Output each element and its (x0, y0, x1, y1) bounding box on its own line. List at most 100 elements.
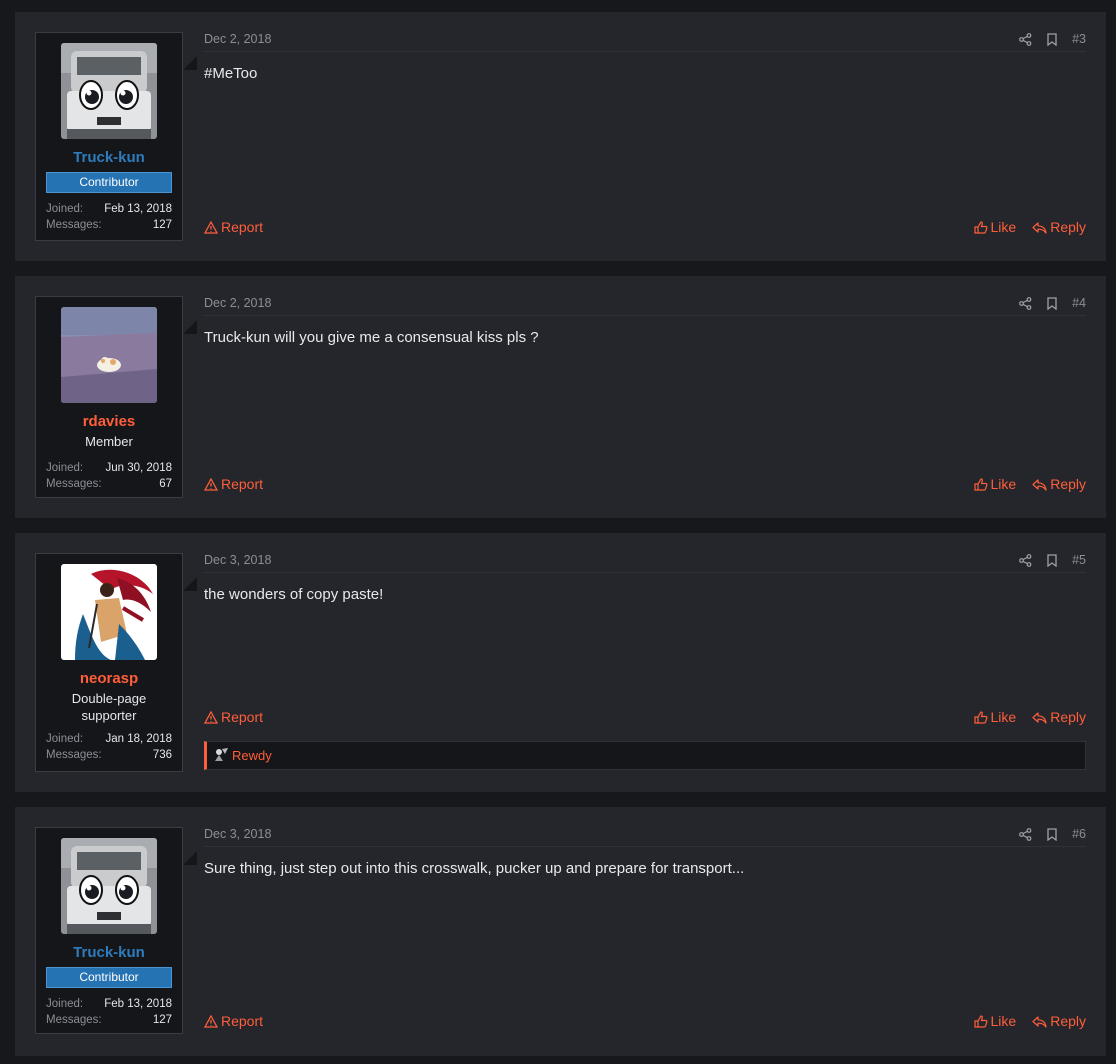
post-actions: Report Like Reply (204, 1013, 1086, 1029)
post-date[interactable]: Dec 2, 2018 (204, 296, 271, 310)
post-main: Dec 2, 2018 #3 #MeToo Report Like Reply (204, 32, 1086, 241)
reply-label: Reply (1050, 219, 1086, 235)
post-number[interactable]: #3 (1072, 32, 1086, 46)
report-label: Report (221, 219, 264, 235)
thumbs-up-icon (973, 477, 987, 491)
messages-value[interactable]: 67 (159, 476, 172, 492)
post-meta: Dec 3, 2018 #5 (204, 553, 1086, 573)
post-date[interactable]: Dec 3, 2018 (204, 827, 271, 841)
reactions-bar[interactable]: Rewdy (204, 741, 1086, 770)
post-actions: Report Like Reply (204, 476, 1086, 492)
share-icon[interactable] (1019, 553, 1032, 567)
like-button[interactable]: Like (973, 709, 1017, 725)
post-main: Dec 2, 2018 #4 Truck-kun will you give m… (204, 296, 1086, 498)
reply-button[interactable]: Reply (1032, 1013, 1086, 1029)
post-number[interactable]: #5 (1072, 553, 1086, 567)
post-meta: Dec 3, 2018 #6 (204, 827, 1086, 847)
joined-label: Joined: (46, 203, 84, 215)
like-button[interactable]: Like (973, 219, 1016, 235)
reply-button[interactable]: Reply (1032, 709, 1086, 725)
reply-label: Reply (1050, 1013, 1086, 1029)
messages-label: Messages: (46, 1014, 102, 1026)
warning-icon (204, 220, 218, 234)
post-main: Dec 3, 2018 #5 the wonders of copy paste… (204, 553, 1086, 772)
post-number[interactable]: #6 (1072, 827, 1086, 841)
post-actions: Report Like Reply (204, 219, 1086, 235)
username[interactable]: neorasp (36, 670, 182, 687)
joined-label: Joined: (46, 998, 84, 1010)
report-label: Report (221, 476, 264, 492)
thumbs-up-icon (973, 220, 987, 234)
post-5: neorasp Double-page supporter Joined: Jan… (15, 533, 1106, 792)
like-button[interactable]: Like (973, 476, 1016, 492)
messages-label: Messages: (46, 478, 102, 490)
share-icon[interactable] (1019, 32, 1032, 46)
user-title: Double-page supporter (71, 691, 147, 723)
reply-icon (1032, 1015, 1047, 1028)
user-stats: Joined: Jan 18, 2018 Messages: 736 (46, 731, 172, 763)
post-main: Dec 3, 2018 #6 Sure thing, just step out… (204, 827, 1086, 1036)
post-6: Truck-kun Contributor Joined: Feb 13, 201… (15, 807, 1106, 1056)
messages-label: Messages: (46, 749, 102, 761)
joined-label: Joined: (46, 462, 84, 474)
post-body: Sure thing, just step out into this cros… (204, 860, 745, 877)
share-icon[interactable] (1019, 296, 1032, 310)
like-button[interactable]: Like (973, 1013, 1017, 1029)
avatar-truck-kun[interactable] (61, 43, 157, 139)
warning-icon (204, 710, 218, 724)
reaction-user[interactable]: Rewdy (232, 748, 272, 763)
thumbs-up-icon (973, 710, 987, 724)
reply-button[interactable]: Reply (1032, 476, 1086, 492)
reply-button[interactable]: Reply (1032, 219, 1086, 235)
avatar-truck-kun[interactable] (61, 838, 157, 934)
messages-value[interactable]: 127 (153, 217, 172, 233)
report-button[interactable]: Report (204, 476, 263, 492)
user-banner: Contributor (46, 967, 172, 988)
user-stats: Joined: Jun 30, 2018 Messages: 67 (46, 460, 172, 492)
username[interactable]: Truck-kun (36, 149, 182, 166)
avatar-neorasp[interactable] (61, 564, 157, 660)
reply-icon (1032, 478, 1047, 491)
avatar-rdavies[interactable] (61, 307, 157, 403)
warning-icon (204, 1014, 218, 1028)
bookmark-icon[interactable] (1046, 32, 1058, 46)
post-body: the wonders of copy paste! (204, 586, 384, 603)
reply-icon (1032, 711, 1047, 724)
like-label: Like (990, 709, 1017, 725)
post-3: Truck-kun Contributor Joined: Feb 13, 201… (15, 12, 1106, 261)
bookmark-icon[interactable] (1046, 827, 1058, 841)
share-icon[interactable] (1019, 827, 1032, 841)
messages-value[interactable]: 127 (153, 1012, 172, 1028)
reply-label: Reply (1050, 476, 1086, 492)
report-button[interactable]: Report (204, 709, 263, 725)
bookmark-icon[interactable] (1046, 296, 1058, 310)
user-title: Member (85, 434, 133, 449)
user-stats: Joined: Feb 13, 2018 Messages: 127 (46, 201, 172, 233)
warning-icon (204, 477, 218, 491)
post-meta: Dec 2, 2018 #3 (204, 32, 1086, 52)
bookmark-icon[interactable] (1046, 553, 1058, 567)
post-meta: Dec 2, 2018 #4 (204, 296, 1086, 316)
joined-value: Jan 18, 2018 (105, 733, 172, 745)
report-button[interactable]: Report (204, 1013, 263, 1029)
post-number[interactable]: #4 (1072, 296, 1086, 310)
username[interactable]: rdavies (36, 413, 182, 430)
post-body: #MeToo (204, 65, 258, 82)
reply-label: Reply (1050, 709, 1086, 725)
user-banner: Contributor (46, 172, 172, 193)
post-actions: Report Like Reply (204, 709, 1086, 725)
report-button[interactable]: Report (204, 219, 263, 235)
post-4: rdavies Member Joined: Jun 30, 2018 Messa… (15, 276, 1106, 518)
report-label: Report (221, 1013, 264, 1029)
report-label: Report (221, 709, 264, 725)
like-label: Like (990, 1013, 1017, 1029)
post-date[interactable]: Dec 3, 2018 (204, 553, 271, 567)
user-panel: neorasp Double-page supporter Joined: Jan… (35, 553, 183, 772)
post-date[interactable]: Dec 2, 2018 (204, 32, 271, 46)
messages-label: Messages: (46, 219, 102, 231)
username[interactable]: Truck-kun (36, 944, 182, 961)
user-stats: Joined: Feb 13, 2018 Messages: 127 (46, 996, 172, 1028)
messages-value[interactable]: 736 (153, 747, 172, 763)
reply-icon (1032, 221, 1047, 234)
reaction-icon (213, 747, 229, 764)
